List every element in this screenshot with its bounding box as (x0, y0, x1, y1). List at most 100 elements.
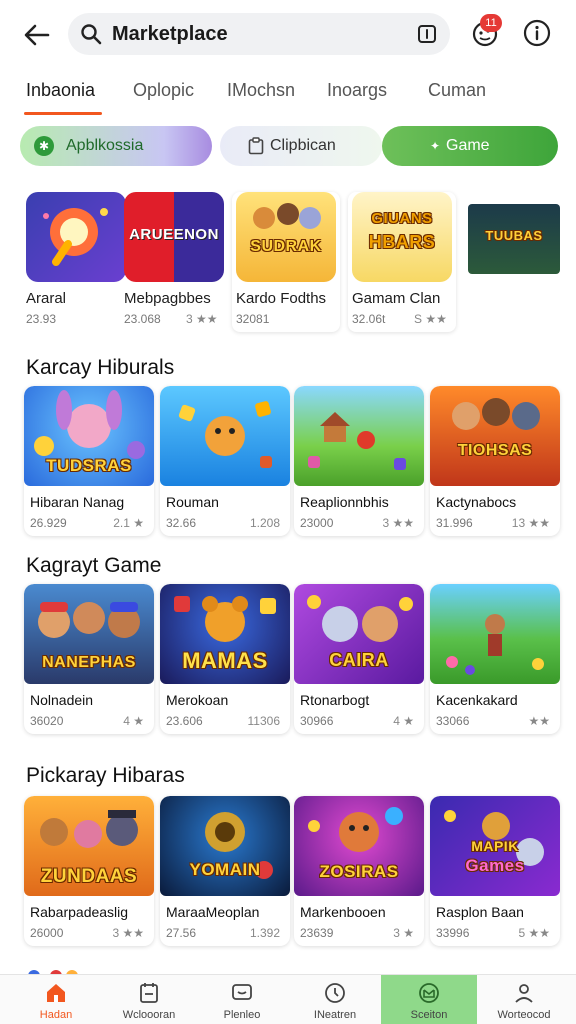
app-art-text: GIUANS (371, 210, 433, 227)
game-card[interactable]: Kacenkakard 33066 ★★ (430, 584, 560, 734)
game-card[interactable]: Reaplionnbhis 23000 3 ★★ (294, 386, 424, 536)
app-meta: 32.06t S ★★ (352, 312, 447, 326)
top-bar: Marketplace 11 (0, 0, 576, 68)
game-downloads: 23.606 (166, 714, 203, 728)
app-name: Mebpagbbes (124, 290, 211, 307)
game-rating: 11306 (247, 714, 280, 728)
nav-label: Worteocod (497, 1009, 551, 1021)
game-thumbnail: CAIRA (294, 584, 424, 684)
game-card[interactable]: MAPIK Games Rasplon Baan 33996 5 ★★ (430, 796, 560, 946)
game-art-icon (178, 401, 272, 468)
game-art-icon (452, 398, 540, 430)
nav-item-4[interactable]: INeatren (287, 975, 383, 1024)
rating-value: 4 (123, 714, 130, 728)
tab-3[interactable]: Inoargs (327, 80, 387, 101)
game-meta: 23000 3 ★★ (300, 516, 420, 530)
nav-item-6[interactable]: Worteocod (476, 975, 572, 1024)
game-meta: 33066 ★★ (436, 714, 556, 728)
star-icon: ★ (133, 714, 144, 728)
game-name: Markenbooen (300, 904, 386, 920)
nav-item-2[interactable]: Wcloooran (101, 975, 197, 1024)
nav-item-5[interactable]: Sceiton (381, 975, 477, 1024)
game-card[interactable]: ZOSIRAS Markenbooen 23639 3 ★ (294, 796, 424, 946)
game-meta: 23639 3 ★ (300, 926, 420, 940)
game-rating: 3 ★ (393, 926, 414, 940)
game-card[interactable]: TIOHSAS Kactynabocs 31.996 13 ★★ (430, 386, 560, 536)
game-card[interactable]: YOMAIN MaraaMeoplan 27.56 1.392 (160, 796, 290, 946)
info-icon[interactable] (520, 16, 554, 50)
app-art-text: SUDRAK (250, 238, 322, 255)
game-thumbnail: NANEPHAS (24, 584, 154, 684)
nav-home[interactable]: Hadan (8, 975, 104, 1024)
chip-label: Clipbican (270, 137, 336, 154)
game-rating: 4 ★ (393, 714, 414, 728)
game-rating: 5 ★★ (518, 926, 550, 940)
chip-apblkossia[interactable]: ✱ Apblkossia (20, 126, 212, 166)
tab-0[interactable]: Inbaonia (26, 80, 95, 101)
game-downloads: 33996 (436, 926, 470, 940)
game-thumbnail: ZOSIRAS (294, 796, 424, 896)
game-meta: 23.606 11306 (166, 714, 286, 728)
nav-item-3[interactable]: Plenleo (194, 975, 290, 1024)
rating-value: 13 (511, 516, 526, 530)
nav-label: Hadan (39, 1009, 73, 1021)
app-card[interactable]: ARUEENON Mebpagbbes 23.068 3 ★★ (120, 192, 228, 332)
tab-2[interactable]: IMochsn (227, 80, 295, 101)
star-icon: ★★ (122, 926, 144, 940)
game-meta: 36020 4 ★ (30, 714, 150, 728)
game-thumbnail (430, 584, 560, 684)
game-meta: 27.56 1.392 (166, 926, 286, 940)
rating-value: 3 (393, 926, 400, 940)
clipboard-icon (248, 137, 264, 155)
app-downloads: 32081 (236, 312, 270, 326)
clock-icon (325, 983, 345, 1003)
back-arrow-icon[interactable] (20, 18, 54, 52)
game-thumbnail (160, 386, 290, 486)
app-rating: 3 ★★ (186, 312, 218, 326)
game-meta: 31.996 13 ★★ (436, 516, 556, 530)
game-thumbnail: MAPIK Games (430, 796, 560, 896)
game-art-text: ZOSIRAS (319, 862, 399, 881)
app-card[interactable]: SUDRAK Kardo Fodths 32081 (232, 192, 340, 332)
tab-1[interactable]: Oplopic (133, 80, 194, 101)
game-card[interactable]: MAMAS Merokoan 23.606 11306 (160, 584, 290, 734)
home-icon (47, 984, 65, 1002)
profile-icon (515, 984, 533, 1003)
app-name: Gamam Clan (352, 290, 441, 307)
search-bar[interactable]: Marketplace (68, 13, 450, 55)
bottom-nav: Hadan Wcloooran Plenleo INeatren Sceiton (0, 974, 576, 1024)
game-card[interactable]: Rouman 32.66 1.208 (160, 386, 290, 536)
scan-icon[interactable] (416, 23, 438, 45)
app-card[interactable]: Araral 23.93 (22, 192, 130, 332)
game-card[interactable]: TUDSRAS Hibaran Nanag 26.929 2.1 ★ (24, 386, 154, 536)
game-rating: 3 ★★ (112, 926, 144, 940)
calendar-icon (140, 983, 158, 1003)
star-icon: ★★ (528, 714, 550, 728)
notification-badge: 11 (480, 14, 502, 32)
app-thumbnail: SUDRAK (236, 192, 336, 282)
game-downloads: 31.996 (436, 516, 473, 530)
tab-4[interactable]: Cuman (428, 80, 486, 101)
app-card[interactable]: TUUBAS (464, 192, 572, 332)
game-card[interactable]: ZUNDAAS Rabarpadeaslig 26000 3 ★★ (24, 796, 154, 946)
section-title: Karcay Hiburals (26, 356, 175, 379)
game-name: Rouman (166, 494, 219, 510)
star-icon: ★★ (528, 926, 550, 940)
game-card[interactable]: NANEPHAS Nolnadein 36020 4 ★ (24, 584, 154, 734)
tab-bar: Inbaonia Oplopic IMochsn Inoargs Cuman (0, 72, 576, 118)
game-thumbnail: TIOHSAS (430, 386, 560, 486)
sparkle-icon: ✦ (430, 139, 441, 153)
chip-label: Apblkossia (66, 137, 144, 154)
chip-clipbican[interactable]: Clipbican (220, 126, 382, 166)
section-title: Kagrayt Game (26, 554, 162, 577)
game-meta: 26.929 2.1 ★ (30, 516, 150, 530)
app-card[interactable]: GIUANS HBARS Gamam Clan 32.06t S ★★ (348, 192, 456, 332)
game-name: Merokoan (166, 692, 229, 708)
app-art-text: TUUBAS (485, 228, 543, 243)
game-name: Kacenkakard (436, 692, 518, 708)
game-card[interactable]: CAIRA Rtonarbogt 30966 4 ★ (294, 584, 424, 734)
app-meta: 23.068 3 ★★ (124, 312, 218, 326)
chip-game[interactable]: ✦ Game (382, 126, 558, 166)
game-name: Nolnadein (30, 692, 94, 708)
game-rating: 2.1 ★ (113, 516, 144, 530)
